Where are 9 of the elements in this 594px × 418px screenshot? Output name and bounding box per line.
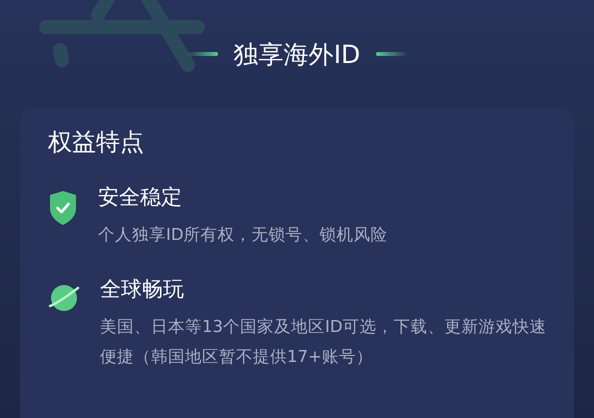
planet-icon (48, 282, 80, 314)
shield-check-icon (48, 190, 78, 226)
feature-title: 安全稳定 (98, 184, 183, 211)
page-title: 独享海外ID (234, 42, 360, 66)
feature-description: 个人独享ID所有权，无锁号、锁机风险 (98, 224, 389, 246)
feature-description: 美国、日本等13个国家及地区ID可选，下载、更新游戏快速便捷（韩国地区暂不提供17+账号） (100, 316, 548, 368)
background-logo-icon (38, 0, 208, 75)
feature-title: 全球畅玩 (100, 276, 185, 303)
card-title: 权益特点 (48, 130, 145, 154)
